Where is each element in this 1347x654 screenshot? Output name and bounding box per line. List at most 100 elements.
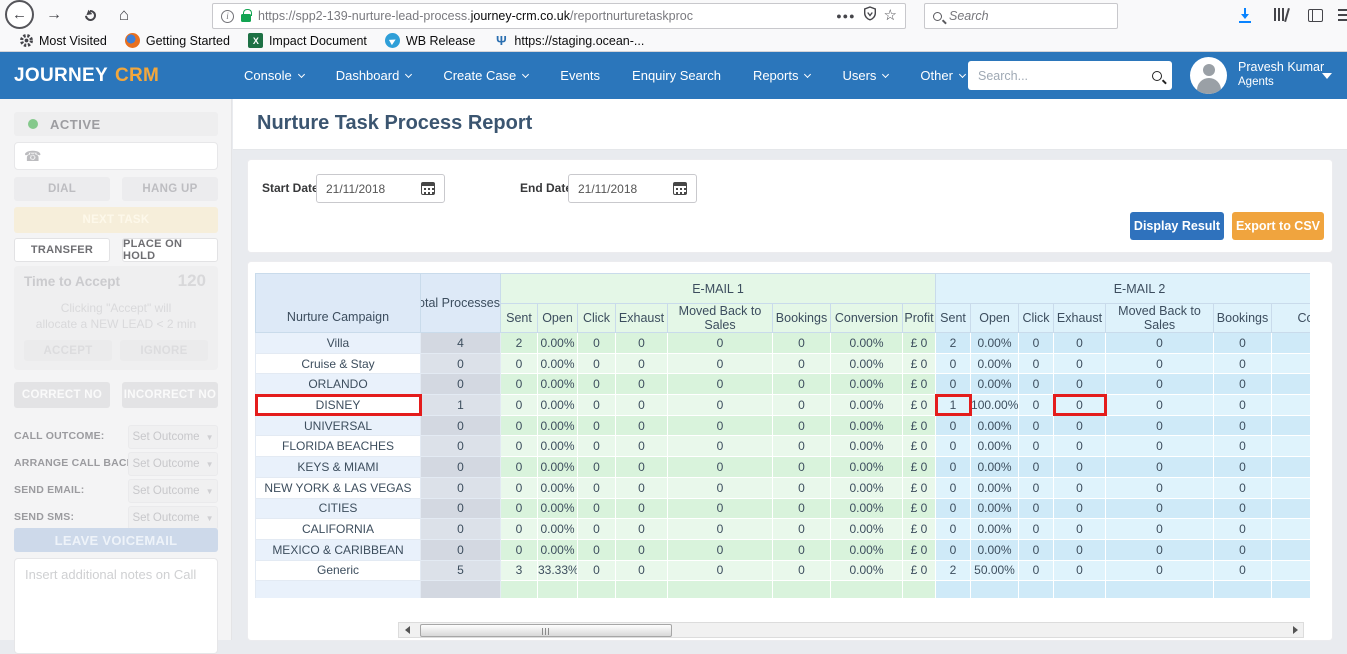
email1-cell: 0.00% [538, 519, 578, 540]
refresh-button[interactable] [78, 4, 102, 26]
user-menu-caret-icon[interactable] [1322, 73, 1332, 79]
horizontal-scrollbar[interactable] [398, 622, 1304, 638]
bookmark-item[interactable]: XImpact Document [248, 33, 367, 49]
nav-item-create-case[interactable]: Create Case [427, 68, 544, 83]
email2-cell: 0 [1019, 519, 1054, 540]
scrollbar-thumb[interactable] [420, 624, 672, 637]
home-button[interactable]: ⌂ [112, 4, 136, 26]
bookmark-label: Impact Document [269, 34, 367, 48]
outcome-dropdown[interactable]: Set Outcome▼ [128, 506, 218, 530]
total-processes-label: Total Processes [421, 296, 500, 310]
app-search-input[interactable] [978, 69, 1152, 83]
email2-cell: 0 [1054, 333, 1106, 354]
url-bar[interactable]: i https://spp2-139-nurture-lead-process.… [212, 3, 906, 29]
outcome-value: Set Outcome [132, 485, 199, 497]
email2-cell: 0 [1106, 560, 1214, 581]
email1-group-header: E-MAIL 1 [501, 274, 936, 304]
nav-item-users[interactable]: Users [826, 68, 904, 83]
email2-cell: 0 [1106, 415, 1214, 436]
email1-cell: 0 [773, 436, 831, 457]
outcome-dropdown[interactable]: Set Outcome▼ [128, 452, 218, 476]
email1-cell: 0.00% [538, 539, 578, 560]
hangup-button[interactable]: HANG UP [122, 177, 218, 201]
bookmark-item[interactable]: Most Visited [18, 33, 107, 49]
total-processes-cell: 1 [421, 395, 501, 416]
app-menu-button[interactable] [1333, 4, 1347, 26]
email1-subheader: Moved Back to Sales [668, 304, 773, 333]
sidebar-toggle-button[interactable] [1303, 4, 1327, 26]
download-icon [1238, 8, 1252, 23]
bookmark-label: Getting Started [146, 34, 230, 48]
email1-cell: 0 [616, 353, 668, 374]
email1-cell: 0.00% [831, 560, 903, 581]
export-to-csv-button[interactable]: Export to CSV [1232, 212, 1324, 240]
browser-search-input[interactable] [949, 9, 1110, 23]
email2-cell: 0 [1019, 539, 1054, 560]
next-task-button[interactable]: NEXT TASK [14, 207, 218, 233]
library-button[interactable] [1270, 4, 1294, 26]
email2-cell: 0.00% [971, 519, 1019, 540]
info-icon[interactable]: i [221, 10, 234, 23]
outcome-dropdown[interactable]: Set Outcome▼ [128, 425, 218, 449]
bookmark-item[interactable]: WB Release [385, 33, 475, 49]
accept-button[interactable]: ACCEPT [24, 340, 112, 361]
email1-cell: 0 [773, 498, 831, 519]
email1-cell: 0 [501, 498, 538, 519]
nav-item-enquiry-search[interactable]: Enquiry Search [616, 68, 737, 83]
nav-item-label: Users [842, 68, 876, 83]
avatar[interactable] [1190, 57, 1227, 94]
caret-down-icon: ▼ [206, 460, 214, 469]
bookmark-item[interactable]: Getting Started [125, 33, 230, 49]
outcome-dropdown[interactable]: Set Outcome▼ [128, 479, 218, 503]
app-search-box[interactable] [968, 61, 1172, 90]
dial-button[interactable]: DIAL [14, 177, 110, 201]
filter-panel: Start Date End Date Display Result Expor… [248, 160, 1332, 252]
place-on-hold-button[interactable]: PLACE ON HOLD [122, 238, 218, 262]
email1-cell: £ 0 [903, 457, 936, 478]
back-button[interactable]: ← [5, 0, 34, 29]
logo-accent: CRM [115, 65, 159, 87]
email2-cell-clipped [1272, 560, 1310, 581]
scroll-right-arrow[interactable] [1287, 623, 1303, 637]
email1-cell: 0 [578, 333, 616, 354]
correct-no-button[interactable]: CORRECT NO [14, 382, 110, 408]
bookmark-item[interactable]: Ψhttps://staging.ocean-... [493, 33, 644, 49]
calendar-icon[interactable] [421, 182, 435, 195]
phone-number-input[interactable]: ☎ [14, 142, 218, 170]
accept-hint: Clicking "Accept" willallocate a NEW LEA… [14, 300, 218, 332]
nav-item-dashboard[interactable]: Dashboard [320, 68, 428, 83]
ignore-button[interactable]: IGNORE [120, 340, 208, 361]
incorrect-no-button[interactable]: INCORRECT NO [122, 382, 218, 408]
email1-cell: 0.00% [831, 353, 903, 374]
table-row: KEYS & MIAMI000.00%00000.00%£ 000.00%000… [256, 457, 1311, 478]
email1-cell: 0 [578, 539, 616, 560]
forward-button[interactable]: → [42, 4, 66, 26]
search-icon[interactable] [1152, 71, 1162, 81]
nav-item-label: Console [244, 68, 292, 83]
bookmark-star-icon[interactable]: ☆ [884, 9, 897, 23]
app-logo[interactable]: JOURNEYCRM [14, 52, 159, 99]
nav-item-reports[interactable]: Reports [737, 68, 827, 83]
scroll-left-arrow[interactable] [399, 623, 415, 637]
leave-voicemail-button[interactable]: LEAVE VOICEMAIL [14, 528, 218, 552]
nav-item-console[interactable]: Console [228, 68, 320, 83]
email1-cell: 0 [773, 395, 831, 416]
email1-cell: 0 [578, 519, 616, 540]
email2-cell: 0 [1106, 353, 1214, 374]
email1-cell: 0.00% [831, 539, 903, 560]
email1-cell: 0 [578, 477, 616, 498]
email1-cell: £ 0 [903, 477, 936, 498]
email1-cell: 0.00% [831, 395, 903, 416]
email1-cell: 0 [773, 457, 831, 478]
browser-search-box[interactable] [924, 3, 1118, 29]
nav-item-events[interactable]: Events [544, 68, 616, 83]
downloads-button[interactable] [1233, 4, 1257, 26]
email2-cell: 0 [1214, 395, 1272, 416]
email1-cell: 0 [578, 560, 616, 581]
transfer-button[interactable]: TRANSFER [14, 238, 110, 262]
shield-icon[interactable] [863, 6, 877, 26]
overflow-menu-icon[interactable]: ●●● [836, 11, 855, 21]
nav-menu: Console DashboardCreate CaseEventsEnquiry… [228, 52, 981, 99]
display-result-button[interactable]: Display Result [1130, 212, 1224, 240]
calendar-icon[interactable] [673, 182, 687, 195]
